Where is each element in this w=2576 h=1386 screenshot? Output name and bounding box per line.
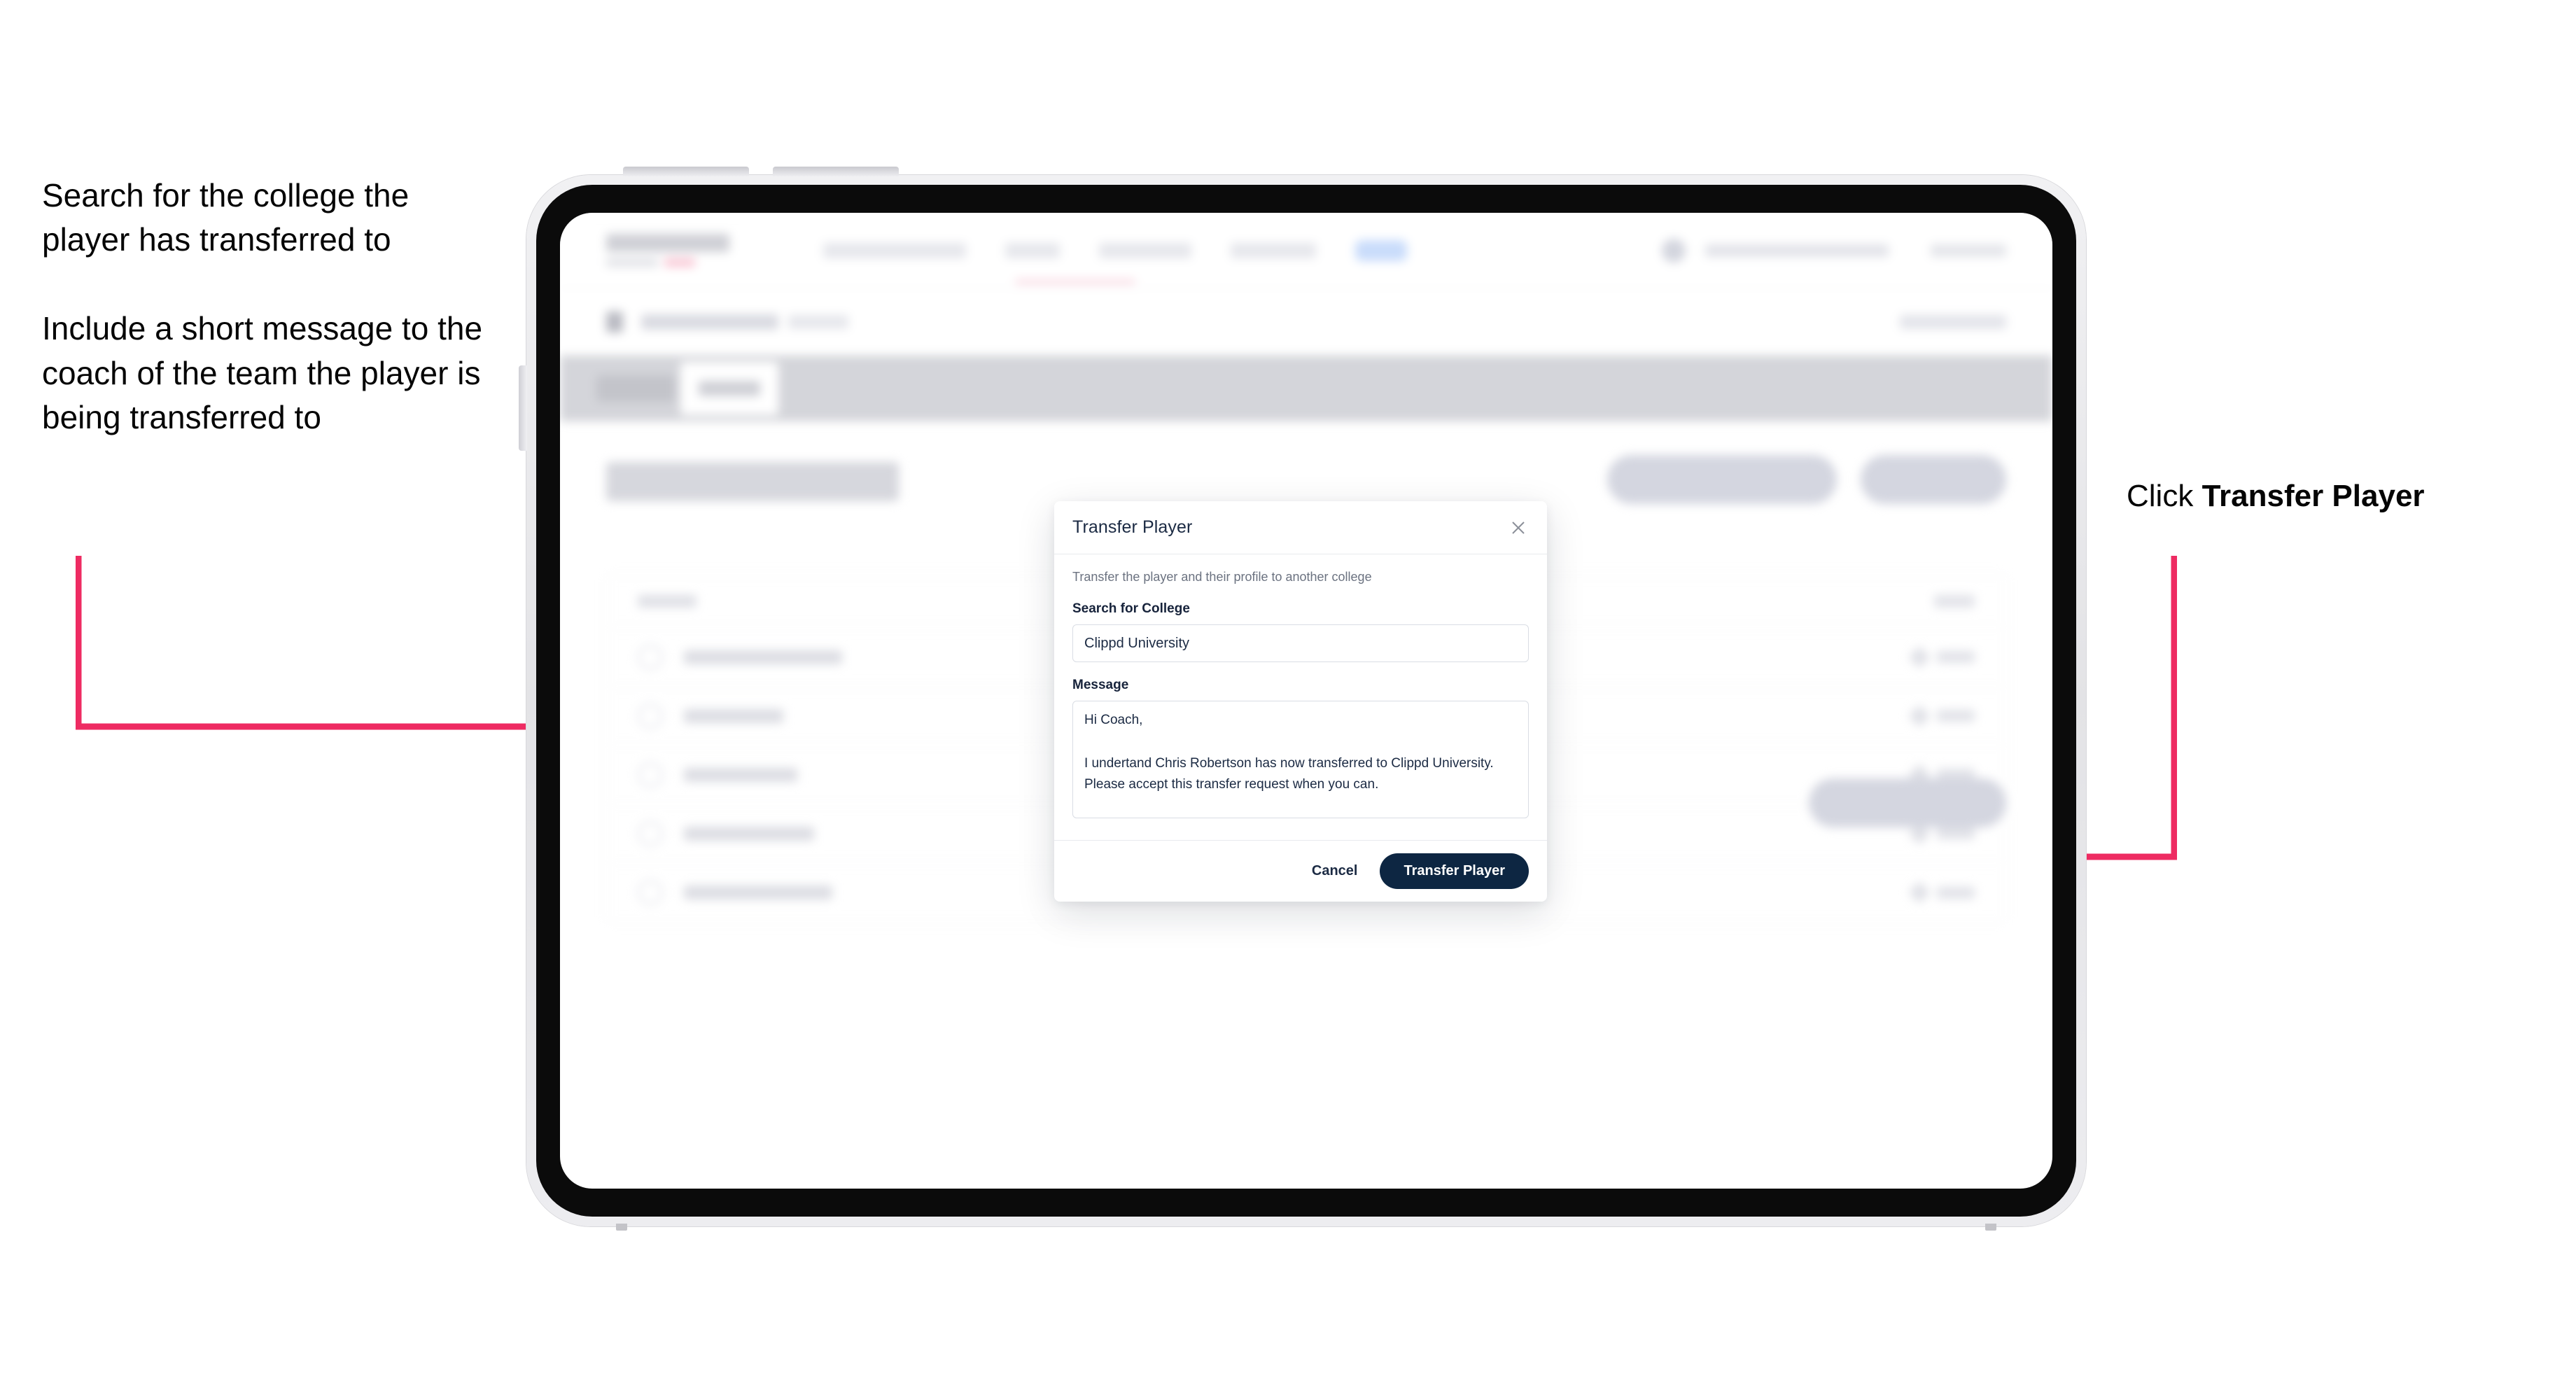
dialog-title: Transfer Player xyxy=(1072,517,1193,537)
close-icon[interactable] xyxy=(1508,517,1529,538)
dialog-body: Transfer the player and their profile to… xyxy=(1054,554,1547,840)
dialog-footer: Cancel Transfer Player xyxy=(1054,840,1547,902)
dialog-header: Transfer Player xyxy=(1054,501,1547,554)
message-textarea[interactable] xyxy=(1072,701,1529,818)
screenshot-canvas: Search for the college the player has tr… xyxy=(0,0,2576,1386)
transfer-player-button[interactable]: Transfer Player xyxy=(1380,853,1529,889)
dialog-subtitle: Transfer the player and their profile to… xyxy=(1072,570,1372,584)
message-field-label: Message xyxy=(1072,678,1129,692)
modal-layer: Transfer Player Transfer the player and … xyxy=(0,0,2576,1386)
cancel-button[interactable]: Cancel xyxy=(1308,858,1362,885)
college-field-label: Search for College xyxy=(1072,601,1190,616)
transfer-player-dialog: Transfer Player Transfer the player and … xyxy=(1054,501,1547,902)
search-college-input[interactable] xyxy=(1072,624,1529,662)
